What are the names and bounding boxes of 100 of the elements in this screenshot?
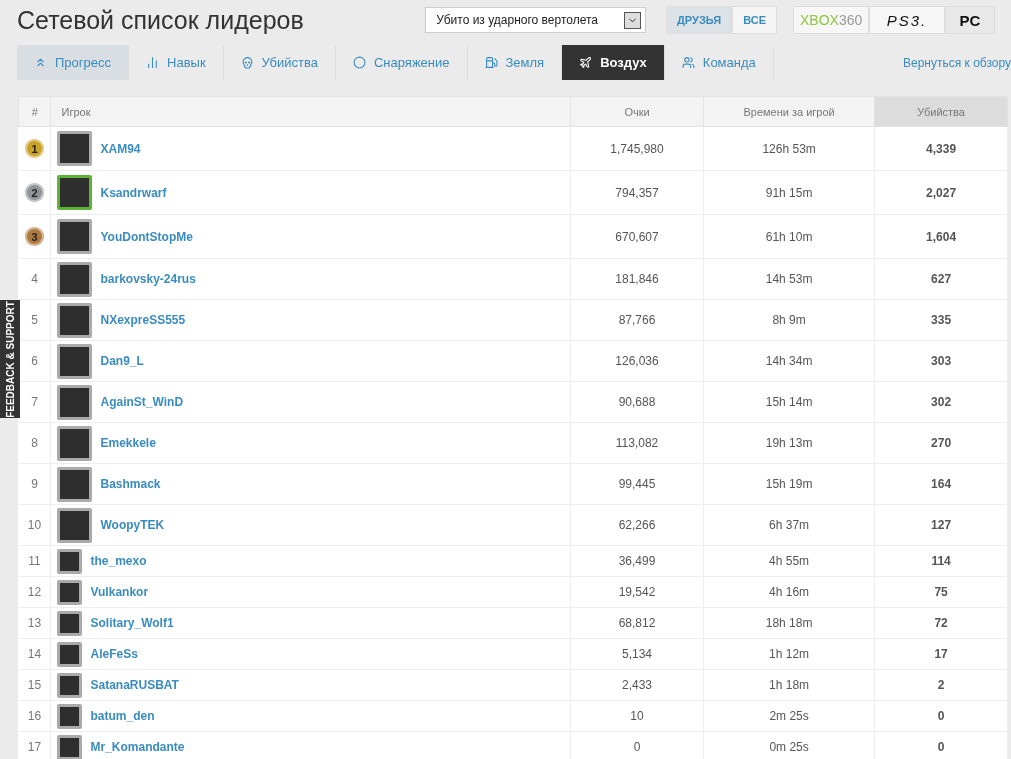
player-link[interactable]: the_mexo [90,554,147,568]
skull-icon [240,56,254,69]
player-link[interactable]: Solitary_Wolf1 [90,616,174,630]
rank-number: 10 [27,518,42,532]
canister-icon [484,56,498,69]
player-link[interactable]: Ksandrwarf [100,185,167,200]
score-value: 5,134 [622,647,653,661]
score-value: 2,433 [622,678,653,692]
player-link[interactable]: AgainSt_WinD [100,395,184,409]
kills-value: 127 [931,518,952,532]
kills-value: 4,339 [926,141,957,156]
score-value: 87,766 [618,313,656,327]
kills-value: 0 [937,740,945,754]
time-value: 14h 53m [765,272,813,286]
score-value: 1,745,980 [610,141,664,156]
time-value: 4h 55m [769,554,810,568]
score-value: 19,542 [618,585,656,599]
player-link[interactable]: NXexpreSS555 [100,313,186,327]
score-value: 99,445 [618,477,656,491]
column-header[interactable]: Времени за игрой [703,96,875,127]
score-value: 36,499 [618,554,656,568]
time-value: 19h 13m [765,436,813,450]
kills-value: 72 [934,616,948,630]
player-link[interactable]: batum_den [90,709,155,723]
platform-button[interactable]: XBOX360 [793,6,869,34]
player-link[interactable]: Emekkele [100,436,156,450]
rank-number: 15 [27,678,42,692]
rank-number: 8 [31,436,38,450]
circle-icon [352,56,366,69]
player-link[interactable]: barkovsky-24rus [100,272,196,286]
rank-number: 5 [31,313,38,327]
time-value: 4h 16m [769,585,810,599]
nav-tab[interactable]: Навык [129,45,224,80]
time-value: 126h 53m [762,141,816,156]
rank-number: 14 [27,647,42,661]
platform-button[interactable]: PS3. [869,6,945,34]
player-link[interactable]: Mr_Komandante [90,740,185,754]
filter-dropdown[interactable]: Убито из ударного вертолета [425,7,647,33]
nav-tab[interactable]: Воздух [562,45,665,80]
scope-toggle-button[interactable]: ВСЕ [732,6,777,34]
scope-toggle-button[interactable]: ДРУЗЬЯ [666,6,733,34]
score-value: 62,266 [618,518,656,532]
nav-tab[interactable]: Прогресс [17,45,129,80]
column-header[interactable]: # [18,96,51,127]
score-value: 90,688 [618,395,656,409]
medal-badge: 2 [25,183,44,202]
caret-icon [624,11,642,29]
feedback-tab[interactable]: FEEDBACK & SUPPORT [0,300,20,418]
time-value: 0m 25s [769,740,809,754]
score-value: 670,607 [615,229,659,244]
kills-value: 164 [931,477,952,491]
users-icon [681,56,695,69]
kills-value: 17 [934,647,948,661]
time-value: 91h 15m [765,185,813,200]
kills-value: 335 [931,313,952,327]
kills-value: 2 [937,678,945,692]
player-link[interactable]: XAM94 [100,141,141,156]
medal-badge: 1 [25,139,44,158]
score-value: 126,036 [615,354,659,368]
kills-value: 270 [931,436,952,450]
time-value: 1h 18m [769,678,810,692]
time-value: 6h 37m [769,518,810,532]
column-header[interactable]: Убийства [874,96,1008,127]
medal-badge: 3 [25,227,44,246]
player-link[interactable]: Bashmack [100,477,161,491]
rank-number: 4 [31,272,38,286]
back-link[interactable]: Вернуться к обзору [903,55,1011,70]
player-link[interactable]: AleFeSs [90,647,138,661]
column-header[interactable]: Игрок [51,96,571,127]
player-link[interactable]: SatanaRUSBAT [90,678,179,692]
rank-number: 17 [27,740,42,754]
nav-tab[interactable]: Убийства [223,45,336,80]
rank-number: 9 [31,477,38,491]
kills-value: 114 [931,554,951,568]
kills-value: 2,027 [926,185,957,200]
time-value: 1h 12m [769,647,810,661]
column-header[interactable]: Очки [570,96,704,127]
score-value: 0 [633,740,641,754]
kills-value: 303 [931,354,952,368]
nav-tab[interactable]: Команда [664,45,774,80]
player-link[interactable]: WoopyTEK [100,518,165,532]
score-value: 10 [630,709,644,723]
time-value: 61h 10m [765,229,813,244]
rank-number: 12 [27,585,42,599]
score-value: 113,082 [615,436,659,450]
platform-button[interactable]: PC [945,6,995,34]
plane-icon [579,56,593,69]
time-value: 14h 34m [765,354,813,368]
player-link[interactable]: Vulkankor [90,585,149,599]
kills-value: 1,604 [926,229,957,244]
time-value: 18h 18m [765,616,813,630]
player-link[interactable]: Dan9_L [100,354,144,368]
nav-tab[interactable]: Снаряжение [335,45,468,80]
kills-value: 0 [937,709,945,723]
player-link[interactable]: YouDontStopMe [100,229,193,244]
score-value: 68,812 [618,616,656,630]
bar-chart-icon [146,56,159,69]
rank-number: 11 [28,554,41,568]
time-value: 15h 19m [765,477,813,491]
time-value: 8h 9m [772,313,806,327]
